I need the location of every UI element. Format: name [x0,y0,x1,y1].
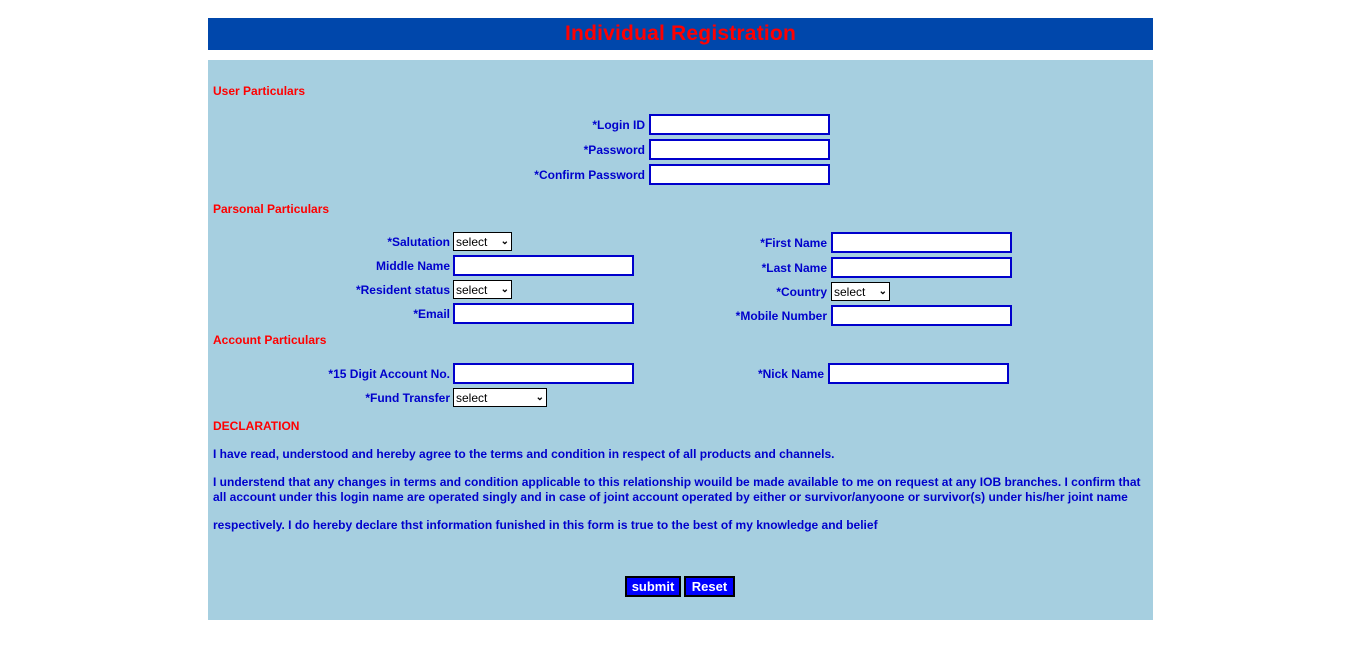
submit-button[interactable]: submit [625,576,681,597]
chevron-down-icon: ⌄ [500,284,509,295]
mobile-number-input[interactable] [831,305,1012,326]
reset-button[interactable]: Reset [684,576,735,597]
password-input[interactable] [649,139,830,160]
registration-form: User Particulars *Login ID *Password *Co… [208,60,1153,620]
declaration-paragraph-2-line-1: I understend that any changes in terms a… [213,475,1141,489]
declaration-paragraph-3: respectively. I do hereby declare thst i… [213,518,878,532]
confirm-password-label: *Confirm Password [534,168,645,182]
fund-transfer-value: select [456,390,488,405]
account-number-label: *15 Digit Account No. [328,367,450,381]
resident-status-value: select [456,282,488,297]
section-personal-particulars: Parsonal Particulars [213,202,330,216]
salutation-value: select [456,234,488,249]
first-name-input[interactable] [831,232,1012,253]
page-title: Individual Registration [565,22,796,45]
login-id-input[interactable] [649,114,830,135]
salutation-select[interactable]: select ⌄ [453,232,512,251]
nick-name-label: *Nick Name [757,367,824,381]
resident-status-select[interactable]: select ⌄ [453,280,512,299]
middle-name-label: Middle Name [375,259,450,273]
first-name-label: *First Name [760,236,827,250]
fund-transfer-select[interactable]: select ⌄ [453,388,547,407]
section-account-particulars: Account Particulars [213,333,327,347]
last-name-label: *Last Name [761,261,827,275]
email-label: *Email [413,307,450,321]
declaration-paragraph-1: I have read, understood and hereby agree… [213,447,835,461]
salutation-label: *Salutation [387,235,450,249]
section-user-particulars: User Particulars [213,84,306,98]
account-number-input[interactable] [453,363,634,384]
section-declaration: DECLARATION [213,419,300,433]
chevron-down-icon: ⌄ [500,236,509,247]
declaration-paragraph-2-line-2: all account under this login name are op… [213,490,1128,504]
country-select[interactable]: select ⌄ [831,282,890,301]
fund-transfer-label: *Fund Transfer [365,391,450,405]
login-id-label: *Login ID [592,118,645,132]
password-label: *Password [583,143,645,157]
middle-name-input[interactable] [453,255,634,276]
nick-name-input[interactable] [828,363,1009,384]
mobile-number-label: *Mobile Number [735,309,827,323]
last-name-input[interactable] [831,257,1012,278]
confirm-password-input[interactable] [649,164,830,185]
chevron-down-icon: ⌄ [535,392,544,403]
resident-status-label: *Resident status [355,283,450,297]
page-header: Individual Registration [208,18,1153,50]
country-value: select [834,284,866,299]
chevron-down-icon: ⌄ [878,286,887,297]
email-input[interactable] [453,303,634,324]
country-label: *Country [776,285,827,299]
